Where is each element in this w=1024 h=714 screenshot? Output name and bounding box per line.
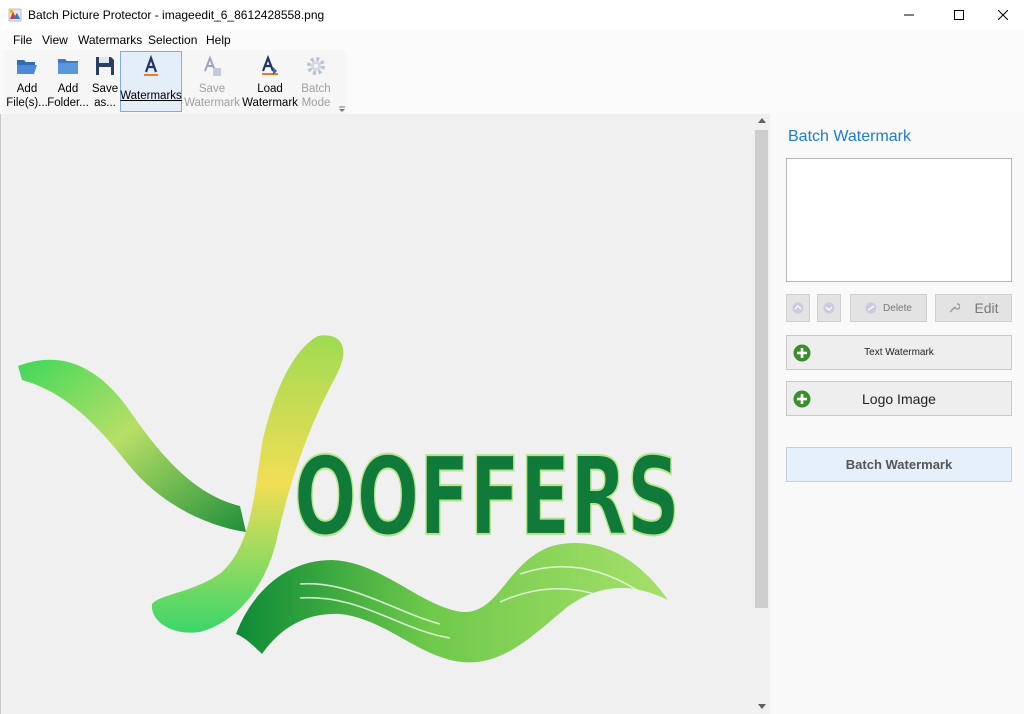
panel-title: Batch Watermark (788, 128, 911, 145)
minimize-button[interactable] (886, 0, 932, 30)
batch-mode-label: Batch Mode (301, 83, 331, 109)
menu-file[interactable]: File (13, 33, 32, 47)
batch-watermark-button[interactable]: Batch Watermark (786, 447, 1012, 482)
floppy-disk-icon (96, 57, 114, 75)
logo-image: OOFFERS (18, 335, 681, 663)
delete-icon (865, 302, 877, 314)
edit-label: Edit (974, 300, 999, 316)
batch-watermark-panel: Batch Watermark Delete Edit Text Waterma… (770, 114, 1024, 714)
menu-view[interactable]: View (42, 33, 68, 47)
folder-open-icon (17, 60, 37, 74)
add-logo-image-button[interactable]: Logo Image (786, 381, 1012, 416)
text-watermark-icon (144, 54, 158, 76)
add-files-label: Add File(s)... (6, 83, 48, 109)
maximize-button[interactable] (936, 0, 982, 30)
text-watermark-label: Text Watermark (864, 347, 934, 358)
app-window: Batch Picture Protector - imageedit_6_86… (0, 0, 1024, 714)
plus-circle-icon (793, 344, 811, 361)
watermarks-button[interactable]: Watermarks (120, 51, 182, 112)
maximize-icon (954, 10, 964, 20)
watermark-list[interactable] (786, 158, 1012, 282)
image-canvas[interactable]: OOFFERS (0, 114, 754, 714)
scrollbar-thumb[interactable] (755, 130, 768, 608)
wrench-icon (949, 303, 961, 313)
save-as-button[interactable]: Save as... (90, 52, 120, 112)
logo-image-label: Logo Image (862, 390, 936, 407)
logo-text: OOFFERS (294, 435, 680, 560)
save-watermark-icon (204, 55, 221, 76)
window-title: Batch Picture Protector - imageedit_6_86… (28, 8, 325, 22)
menu-help[interactable]: Help (206, 33, 231, 47)
menu-bar: File View Watermarks Selection Help (0, 30, 1024, 50)
minimize-icon (904, 14, 914, 16)
add-files-button[interactable]: Add File(s)... (6, 52, 48, 112)
title-bar: Batch Picture Protector - imageedit_6_86… (0, 0, 1024, 30)
ribbon-toolbar: AddFile(s)... AddFolder... Saveas... (0, 50, 1024, 114)
arrow-up-icon (792, 302, 804, 314)
save-watermark-button[interactable]: Save Watermark (184, 52, 240, 112)
app-icon (8, 8, 22, 22)
move-up-button[interactable] (786, 294, 810, 322)
close-icon (998, 10, 1008, 20)
add-text-watermark-button[interactable]: Text Watermark (786, 335, 1012, 370)
edit-button[interactable]: Edit (935, 294, 1012, 322)
add-folder-button[interactable]: Add Folder... (47, 52, 89, 112)
add-folder-label: Add Folder... (47, 83, 89, 109)
close-button[interactable] (980, 0, 1024, 30)
move-down-button[interactable] (817, 294, 841, 322)
plus-circle-icon (793, 390, 811, 407)
delete-button[interactable]: Delete (850, 294, 927, 322)
save-watermark-label: Save Watermark (184, 83, 240, 109)
folder-icon (58, 59, 78, 74)
watermarks-label: Watermarks (120, 90, 182, 102)
delete-label: Delete (883, 302, 912, 314)
batch-mode-button[interactable]: Batch Mode (298, 52, 334, 112)
scroll-up-icon[interactable] (758, 118, 766, 123)
load-watermark-icon (261, 54, 278, 75)
load-watermark-button[interactable]: Load Watermark (242, 52, 298, 112)
arrow-down-icon (823, 302, 835, 314)
menu-watermarks[interactable]: Watermarks (78, 33, 142, 47)
save-as-label: Save as... (91, 83, 119, 109)
gear-icon (307, 57, 325, 75)
menu-selection[interactable]: Selection (148, 33, 197, 47)
canvas-scrollbar[interactable] (754, 114, 770, 714)
ribbon-panel: AddFile(s)... AddFolder... Saveas... (4, 50, 346, 114)
scroll-down-icon[interactable] (758, 704, 766, 709)
ribbon-expand-icon[interactable] (338, 106, 346, 112)
load-watermark-label: Load Watermark (242, 83, 298, 109)
